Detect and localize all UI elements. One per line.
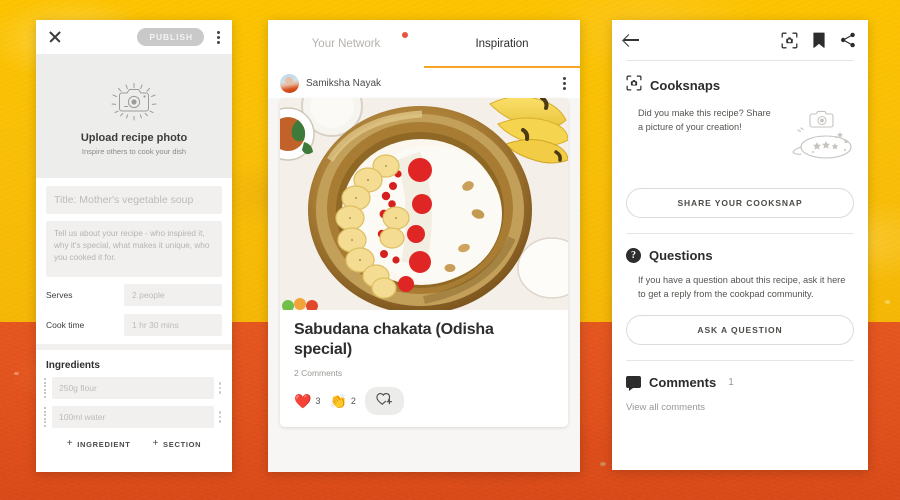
tab-your-network[interactable]: Your Network: [268, 20, 424, 68]
heart-reaction-count: 3: [315, 396, 321, 407]
ingredient-input[interactable]: 250g flour: [52, 377, 214, 399]
upload-photo-title: Upload recipe photo: [80, 132, 188, 144]
questions-content: If you have a question about this recipe…: [626, 273, 854, 302]
plus-icon: +: [66, 438, 74, 449]
clap-reaction[interactable]: 👏 2: [329, 394, 355, 408]
ingredient-input[interactable]: 100ml water: [52, 406, 214, 428]
upload-photo-dropzone[interactable]: Upload recipe photo Inspire others to co…: [36, 54, 232, 178]
create-topbar: PUBLISH: [36, 20, 232, 54]
tab-your-network-label: Your Network: [311, 38, 381, 50]
plus-icon: +: [152, 438, 160, 449]
cooksnaps-section: Cooksnaps Did you make this recipe? Shar…: [626, 61, 854, 218]
cooktime-label: Cook time: [46, 320, 85, 330]
drag-handle-icon[interactable]: [44, 407, 52, 427]
questions-header: ? Questions: [626, 234, 854, 273]
comments-count: 1: [728, 376, 734, 388]
add-ingredient-label: INGREDIENT: [77, 439, 131, 449]
camera-plate-illustration: [782, 106, 854, 169]
bookmark-icon[interactable]: [812, 32, 826, 49]
post-author-name[interactable]: Samiksha Nayak: [306, 78, 551, 89]
add-reaction-icon: [376, 391, 393, 411]
comments-section: Comments 1 View all comments: [626, 361, 854, 413]
serves-input[interactable]: 2 people: [124, 284, 222, 306]
post-body: Sabudana chakata (Odisha special) 2 Comm…: [280, 310, 568, 427]
upload-photo-subtitle: Inspire others to cook your dish: [81, 147, 187, 156]
back-arrow-icon[interactable]: [624, 33, 640, 47]
questions-description: If you have a question about this recipe…: [638, 275, 846, 300]
ingredients-section: Ingredients 250g flour 100ml water + ING…: [36, 350, 232, 449]
cooksnaps-header: Cooksnaps: [626, 61, 854, 106]
active-tab-indicator: [424, 65, 580, 68]
add-ingredient-button[interactable]: + INGREDIENT: [67, 439, 131, 449]
feed-tabs: Your Network Inspiration: [268, 20, 580, 68]
tab-inspiration-label: Inspiration: [475, 38, 529, 50]
ingredient-row: 100ml water: [36, 406, 232, 428]
cooktime-row: Cook time 1 hr 30 mins: [46, 314, 222, 336]
overflow-menu-icon[interactable]: [212, 28, 222, 47]
share-icon[interactable]: [840, 32, 856, 48]
recipe-detail-panel: Cooksnaps Did you make this recipe? Shar…: [612, 20, 868, 470]
serves-row: Serves 2 people: [46, 284, 222, 306]
publish-button[interactable]: PUBLISH: [137, 28, 204, 46]
questions-section: ? Questions If you have a question about…: [626, 234, 854, 345]
comments-header: Comments 1: [626, 361, 854, 400]
cooksnap-icon: [626, 75, 642, 96]
post-header: Samiksha Nayak: [268, 68, 580, 98]
view-all-comments-link[interactable]: View all comments: [626, 400, 854, 413]
cooksnaps-description: Did you make this recipe? Share a pictur…: [638, 108, 771, 133]
close-icon[interactable]: [48, 30, 62, 44]
ingredient-overflow-menu-icon[interactable]: [214, 408, 224, 425]
ingredients-heading: Ingredients: [46, 360, 100, 371]
clap-icon: 👏: [329, 393, 347, 410]
question-mark-icon: ?: [626, 248, 641, 263]
background-speck: [14, 372, 19, 375]
drag-handle-icon[interactable]: [44, 378, 52, 398]
ingredient-overflow-menu-icon[interactable]: [214, 379, 224, 396]
avatar[interactable]: [280, 73, 299, 93]
ingredient-actions: + INGREDIENT + SECTION: [36, 435, 232, 449]
add-reaction-button[interactable]: [364, 387, 404, 416]
heart-icon: ❤️: [294, 393, 312, 410]
recipe-title-input[interactable]: Title: Mother's vegetable soup: [46, 186, 222, 214]
detail-topbar: [612, 20, 868, 60]
feed-panel: Your Network Inspiration Samiksha Nayak: [268, 20, 580, 472]
post-comment-count[interactable]: 2 Comments: [294, 368, 554, 378]
camera-sparkle-icon: [102, 76, 166, 128]
heart-reaction[interactable]: ❤️ 3: [294, 394, 320, 408]
background-speck: [600, 462, 606, 466]
cooktime-input[interactable]: 1 hr 30 mins: [124, 314, 222, 336]
add-section-button[interactable]: + SECTION: [153, 439, 202, 449]
create-form: Title: Mother's vegetable soup Tell us a…: [36, 178, 232, 336]
cooksnap-icon[interactable]: [781, 32, 798, 49]
comment-bubble-icon: [626, 376, 641, 391]
tab-inspiration[interactable]: Inspiration: [424, 20, 580, 68]
add-section-label: SECTION: [163, 439, 202, 449]
cooksnaps-content: Did you make this recipe? Share a pictur…: [626, 106, 854, 175]
cooksnaps-title: Cooksnaps: [650, 78, 721, 93]
reactions-row: ❤️ 3 👏 2: [294, 387, 554, 416]
clap-reaction-count: 2: [350, 396, 356, 407]
recipe-post-card[interactable]: Sabudana chakata (Odisha special) 2 Comm…: [280, 98, 568, 428]
create-recipe-panel: PUBLISH Upload recipe photo Inspire othe…: [36, 20, 232, 472]
recipe-story-input[interactable]: Tell us about your recipe - who inspired…: [46, 221, 222, 277]
background-speck: [885, 300, 890, 304]
ingredient-row: 250g flour: [36, 377, 232, 399]
detail-body: Cooksnaps Did you make this recipe? Shar…: [612, 60, 868, 413]
notification-dot-icon: [402, 32, 408, 38]
questions-title: Questions: [649, 248, 713, 263]
recipe-photo: [280, 98, 568, 310]
ask-question-button[interactable]: ASK A QUESTION: [626, 314, 854, 345]
post-overflow-menu-icon[interactable]: [558, 74, 568, 93]
comments-title: Comments: [649, 374, 717, 390]
share-cooksnap-button[interactable]: SHARE YOUR COOKSNAP: [626, 188, 854, 218]
recipe-title: Sabudana chakata (Odisha special): [294, 321, 494, 358]
serves-label: Serves: [46, 290, 73, 300]
